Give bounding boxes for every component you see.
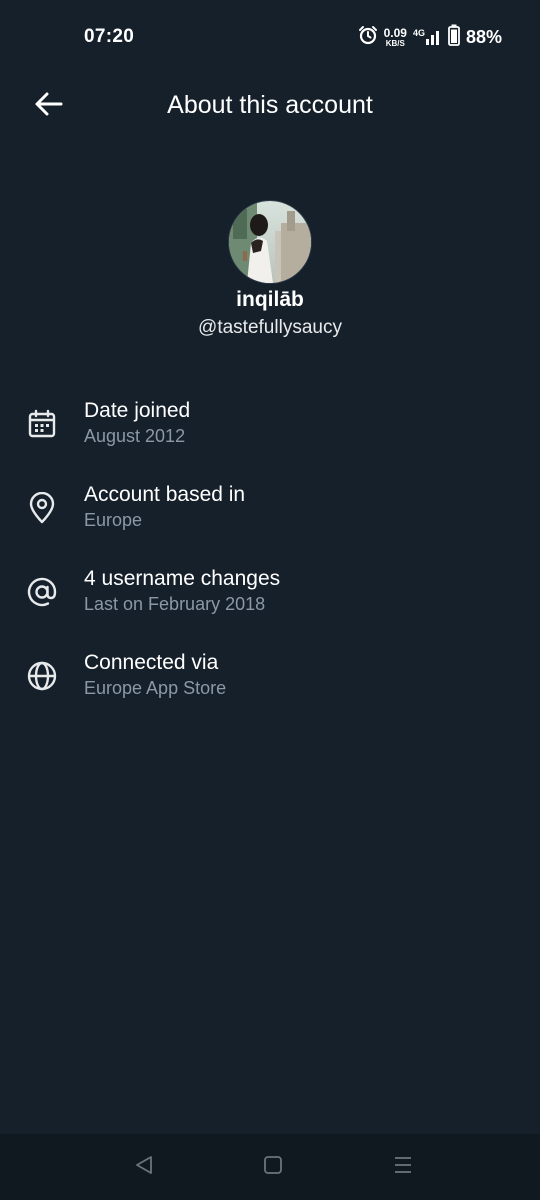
info-text: Connected via Europe App Store [84,650,226,700]
avatar[interactable] [228,200,312,284]
nav-home-button[interactable] [260,1154,286,1180]
info-title: Account based in [84,483,246,506]
network-type: 4G [412,28,425,38]
info-item-account-location: Account based in Europe [0,470,540,554]
page-title: About this account [167,91,373,119]
system-nav-bar [0,1134,540,1200]
info-text: Account based in Europe [84,482,245,532]
nav-menu-button[interactable] [390,1154,416,1180]
info-subtitle: Last on February 2018 [84,594,266,614]
username-handle: @tastefullysaucy [198,317,342,338]
screen: 07:20 0.09 KB/S 4G 88% About this accoun… [0,0,540,1200]
triangle-back-icon [133,1154,155,1181]
network-speed-unit: KB/S [385,38,405,48]
info-item-connected-via: Connected via Europe App Store [0,638,540,722]
globe-icon [24,658,60,694]
alarm-icon [358,25,378,50]
header: About this account [0,72,540,140]
location-pin-icon [24,490,60,526]
status-time: 07:20 [84,26,135,47]
account-info-list: Date joined August 2012 Account based in… [0,386,540,722]
status-icons: 0.09 KB/S 4G 88% [358,24,502,50]
hamburger-menu-icon [392,1154,414,1181]
info-title: Date joined [84,399,191,422]
info-item-date-joined: Date joined August 2012 [0,386,540,470]
at-sign-icon [24,574,60,610]
network-speed-value: 0.09 [383,25,407,40]
info-subtitle: Europe [84,510,143,530]
info-text: Date joined August 2012 [84,398,190,448]
info-subtitle: August 2012 [84,426,186,446]
square-home-icon [262,1154,284,1181]
info-title: 4 username changes [84,567,281,590]
battery-icon [448,24,460,51]
info-item-username-changes: 4 username changes Last on February 2018 [0,554,540,638]
status-bar: 07:20 0.09 KB/S 4G 88% [0,0,540,72]
display-name: inqilāb [236,288,304,311]
nav-back-button[interactable] [131,1154,157,1180]
network-speed: 0.09 KB/S [384,27,407,48]
profile-section: inqilāb @tastefullysaucy [0,200,540,339]
calendar-icon [24,406,60,442]
signal-icon: 4G [413,28,442,46]
info-text: 4 username changes Last on February 2018 [84,566,280,616]
battery-percent: 88% [465,26,502,47]
info-subtitle: Europe App Store [84,678,227,698]
info-title: Connected via [84,651,219,674]
